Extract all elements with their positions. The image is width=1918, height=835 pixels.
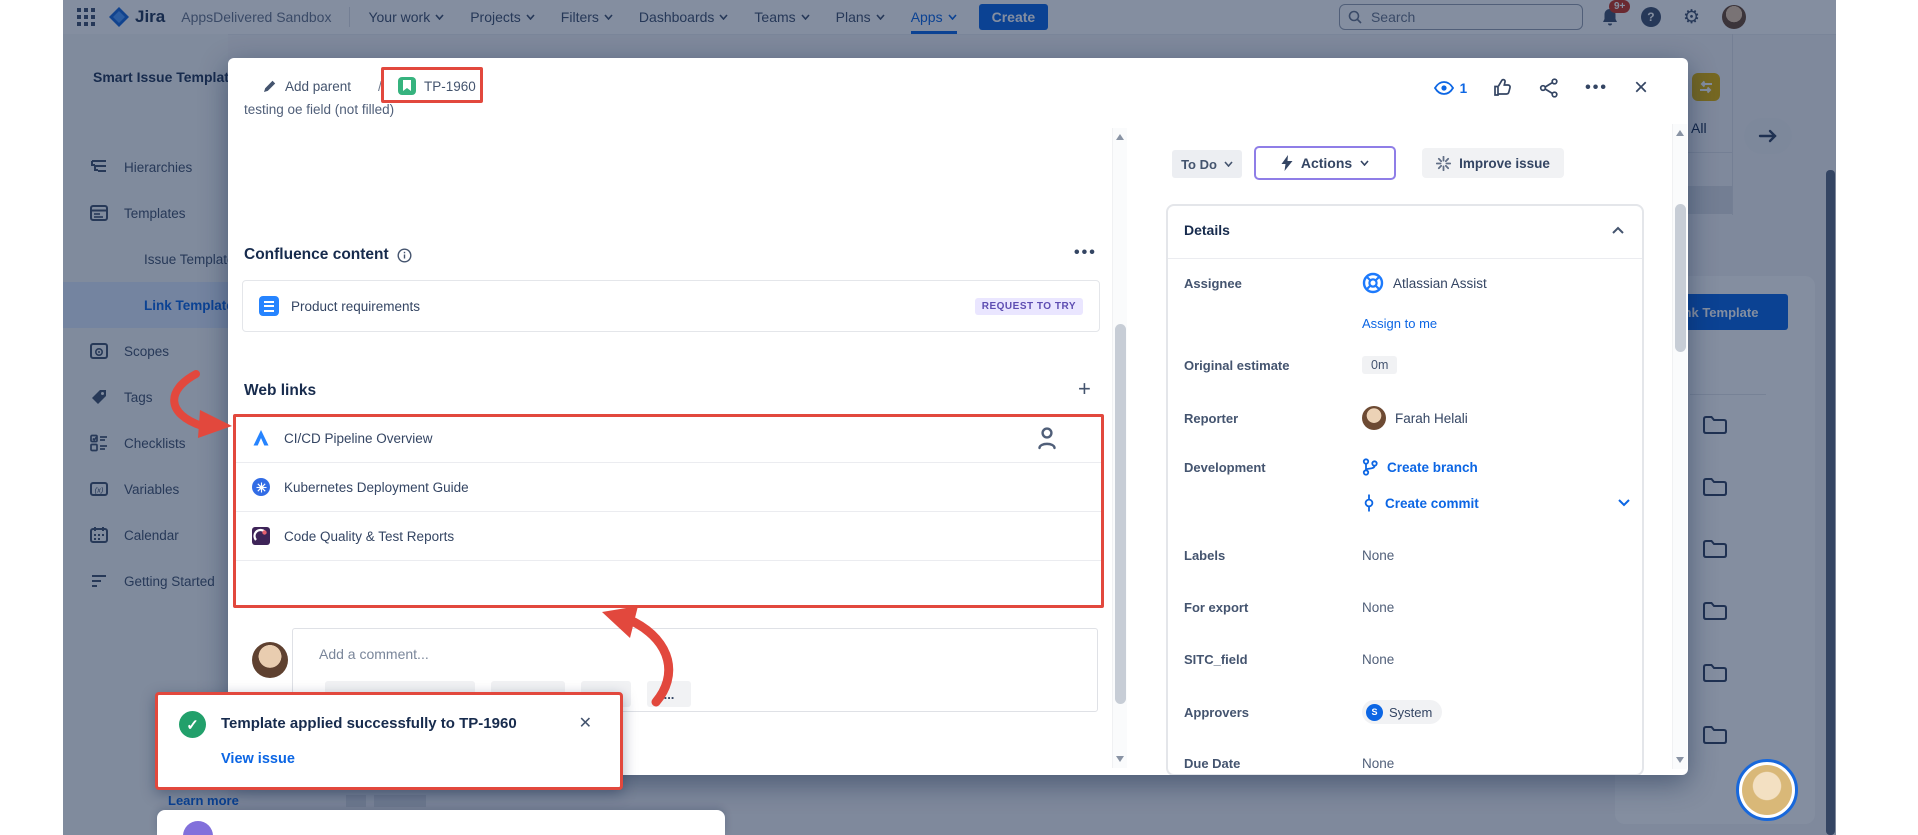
- estimate-value: 0m: [1362, 356, 1397, 374]
- chevron-down-icon: [1360, 160, 1369, 166]
- toast-close-button[interactable]: ✕: [579, 713, 592, 733]
- annotation-arrow-weblinks: [594, 604, 686, 708]
- lightning-icon: [1281, 155, 1293, 171]
- dev-expand-chevron-icon[interactable]: [1618, 499, 1630, 507]
- create-branch-link[interactable]: Create branch: [1362, 458, 1478, 476]
- collapse-chevron-icon[interactable]: [1612, 226, 1624, 234]
- confluence-item-card[interactable]: Product requirements REQUEST TO TRY: [242, 280, 1100, 332]
- camera-bubble[interactable]: [1736, 759, 1798, 821]
- approver-chip[interactable]: S System: [1362, 700, 1442, 724]
- share-icon[interactable]: [1539, 78, 1559, 98]
- confluence-page-icon: [259, 296, 279, 316]
- toast-message: Template applied successfully to TP-1960: [221, 715, 517, 732]
- success-toast: ✓ Template applied successfully to TP-19…: [155, 692, 623, 790]
- scrollbar-thumb[interactable]: [1675, 204, 1686, 352]
- screenshot-canvas: Jira AppsDelivered Sandbox Your work Pro…: [0, 0, 1918, 835]
- close-modal-button[interactable]: ×: [1634, 76, 1648, 100]
- reporter-avatar: [1362, 406, 1386, 430]
- description-text: testing oe field (not filled): [244, 102, 394, 117]
- create-commit-link[interactable]: Create commit: [1362, 494, 1479, 512]
- scrollbar-thumb[interactable]: [1115, 324, 1126, 704]
- pencil-icon: [262, 79, 277, 94]
- scroll-up-arrow[interactable]: [1676, 130, 1684, 136]
- success-check-icon: ✓: [179, 711, 206, 738]
- details-divider: [1168, 258, 1642, 259]
- annotation-arrow-sidebar: [158, 368, 248, 440]
- modal-header-actions: 1 ••• ×: [1434, 76, 1648, 100]
- canvas-margin-left: [0, 0, 63, 835]
- content-scrollbar[interactable]: [1112, 128, 1127, 768]
- field-assignee[interactable]: Assignee Atlassian Assist: [1184, 272, 1630, 294]
- weblinks-section-heading: Web links: [244, 382, 316, 400]
- onboarding-avatar: [183, 821, 213, 835]
- field-approvers[interactable]: Approvers S System: [1184, 700, 1630, 724]
- sparkle-icon: [1436, 156, 1451, 171]
- camera-bubble-video: [1742, 765, 1792, 815]
- branch-icon: [1362, 458, 1378, 476]
- watchers-button[interactable]: 1: [1434, 81, 1468, 96]
- field-for-export[interactable]: For export None: [1184, 600, 1630, 615]
- system-avatar: S: [1366, 704, 1383, 721]
- actions-dropdown[interactable]: Actions: [1254, 146, 1396, 180]
- field-reporter[interactable]: Reporter Farah Helali: [1184, 406, 1630, 430]
- chevron-down-icon: [1224, 161, 1233, 167]
- request-to-try-badge[interactable]: REQUEST TO TRY: [975, 298, 1083, 315]
- field-sitc[interactable]: SITC_field None: [1184, 652, 1630, 667]
- confluence-section-heading: Confluence content: [244, 246, 412, 264]
- canvas-margin-right: [1836, 0, 1918, 835]
- current-user-avatar: [252, 642, 288, 678]
- annotation-box-weblinks: [233, 414, 1104, 608]
- field-development-commit: Create commit: [1184, 494, 1630, 512]
- onboarding-panel: [157, 810, 725, 835]
- modal-scrollbar[interactable]: [1672, 124, 1687, 769]
- confluence-more-button[interactable]: •••: [1074, 244, 1097, 262]
- assign-to-me[interactable]: Assign to me: [1184, 316, 1630, 331]
- atlassian-assist-icon: [1362, 272, 1384, 294]
- field-due-date[interactable]: Due Date None: [1184, 756, 1630, 771]
- more-actions-button[interactable]: •••: [1585, 79, 1608, 97]
- scroll-down-arrow[interactable]: [1676, 757, 1684, 763]
- thumbs-up-icon[interactable]: [1493, 78, 1513, 98]
- status-dropdown[interactable]: To Do: [1172, 150, 1242, 178]
- view-issue-link[interactable]: View issue: [221, 751, 295, 767]
- eye-icon: [1434, 81, 1454, 95]
- details-title: Details: [1184, 222, 1230, 238]
- scroll-up-arrow[interactable]: [1116, 134, 1124, 140]
- details-panel: Details Assignee Atlassian Assist Assign…: [1166, 204, 1644, 775]
- field-labels[interactable]: Labels None: [1184, 548, 1630, 563]
- field-development: Development Create branch: [1184, 458, 1630, 476]
- info-icon[interactable]: [397, 248, 412, 263]
- annotation-box-issue-key: [381, 67, 483, 103]
- watch-count: 1: [1460, 81, 1468, 96]
- add-parent-button[interactable]: Add parent: [285, 79, 351, 94]
- confluence-page-title[interactable]: Product requirements: [291, 299, 420, 314]
- field-original-estimate[interactable]: Original estimate 0m: [1184, 356, 1630, 374]
- commit-icon: [1362, 494, 1376, 512]
- scroll-down-arrow[interactable]: [1116, 756, 1124, 762]
- improve-issue-button[interactable]: Improve issue: [1422, 148, 1564, 178]
- add-weblink-button[interactable]: +: [1078, 376, 1091, 402]
